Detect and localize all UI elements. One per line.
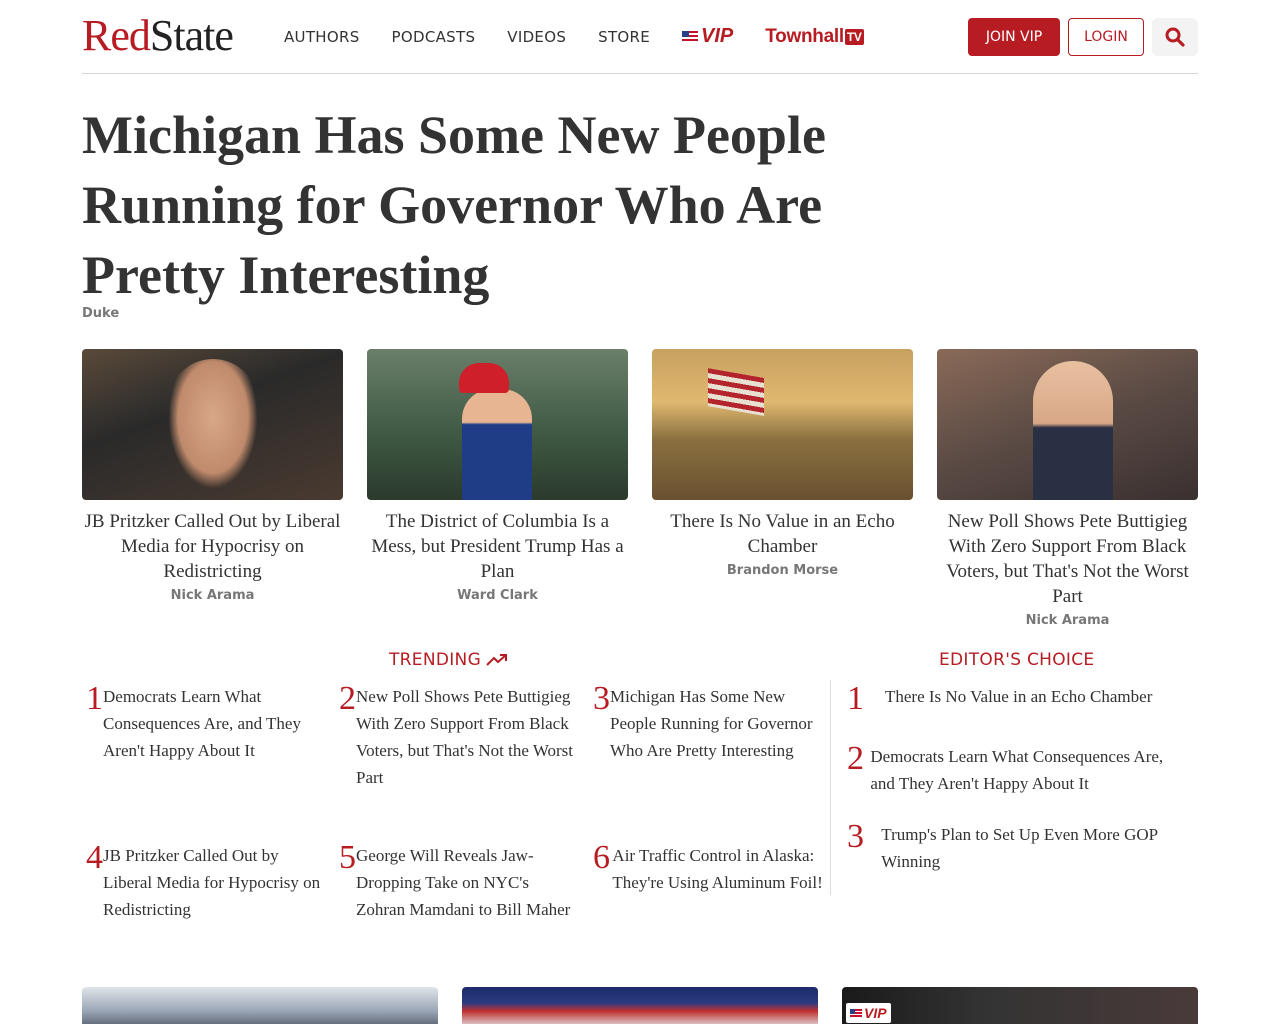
join-vip-button[interactable]: JOIN VIP — [968, 18, 1060, 56]
editors-item[interactable]: 1 There Is No Value in an Echo Chamber — [847, 680, 1187, 717]
bottom-tiles: VIP — [82, 987, 1198, 1024]
card-thumbnail[interactable] — [82, 349, 343, 500]
trending-rank: 1 — [86, 680, 103, 717]
trending-rank: 2 — [339, 680, 356, 717]
trending-item[interactable]: 3 Michigan Has Some New People Running f… — [593, 680, 825, 764]
trending-link[interactable]: George Will Reveals Jaw-Dropping Take on… — [356, 842, 575, 923]
nav-store[interactable]: STORE — [598, 28, 650, 46]
card-author[interactable]: Nick Arama — [82, 588, 343, 603]
hero-author[interactable]: Duke — [82, 306, 119, 321]
article-tile-image[interactable] — [462, 987, 818, 1024]
featured-card[interactable]: JB Pritzker Called Out by Liberal Media … — [82, 349, 343, 628]
trending-item[interactable]: 5 George Will Reveals Jaw-Dropping Take … — [339, 839, 575, 923]
featured-card[interactable]: There Is No Value in an Echo Chamber Bra… — [652, 349, 913, 628]
trending-title: TRENDING — [389, 650, 482, 670]
editors-rank: 1 — [847, 680, 864, 717]
login-button[interactable]: LOGIN — [1068, 18, 1144, 56]
editors-link[interactable]: There Is No Value in an Echo Chamber — [885, 683, 1152, 715]
nav-vip[interactable]: VIP — [682, 25, 733, 48]
flag-icon — [850, 1008, 862, 1018]
trending-item[interactable]: 1 Democrats Learn What Consequences Are,… — [86, 680, 322, 764]
trending-link[interactable]: Democrats Learn What Consequences Are, a… — [103, 683, 322, 764]
trending-item[interactable]: 6 Air Traffic Control in Alaska: They're… — [593, 839, 825, 896]
card-title[interactable]: There Is No Value in an Echo Chamber — [652, 509, 913, 559]
article-tile-image[interactable]: VIP — [842, 987, 1198, 1024]
trending-rank: 6 — [593, 839, 610, 876]
trending-link[interactable]: Michigan Has Some New People Running for… — [610, 683, 825, 764]
card-author[interactable]: Brandon Morse — [652, 563, 913, 578]
search-button[interactable] — [1152, 18, 1198, 56]
trending-rank: 3 — [593, 680, 610, 717]
editors-rank: 3 — [847, 818, 864, 855]
trending-item[interactable]: 2 New Poll Shows Pete Buttigieg With Zer… — [339, 680, 575, 791]
trending-rank: 4 — [86, 839, 103, 876]
nav-townhall-tv[interactable]: Townhall TV — [765, 25, 864, 48]
trending-rank: 5 — [339, 839, 356, 876]
editors-choice-heading: EDITOR'S CHOICE — [939, 650, 1095, 670]
section-divider — [830, 680, 831, 895]
card-thumbnail[interactable] — [367, 349, 628, 500]
editors-item[interactable]: 3 Trump's Plan to Set Up Even More GOP W… — [847, 818, 1187, 875]
trending-heading: TRENDING — [389, 650, 508, 670]
nav-podcasts[interactable]: PODCASTS — [392, 28, 476, 46]
site-header: RedState AUTHORS PODCASTS VIDEOS STORE V… — [82, 0, 1198, 74]
logo-black-part: State — [149, 11, 234, 60]
card-thumbnail[interactable] — [652, 349, 913, 500]
townhall-tv-badge: TV — [844, 28, 864, 45]
townhall-label: Townhall — [765, 25, 844, 47]
editors-item[interactable]: 2 Democrats Learn What Consequences Are,… — [847, 740, 1187, 797]
trending-link[interactable]: New Poll Shows Pete Buttigieg With Zero … — [356, 683, 575, 791]
article-tile-image[interactable] — [82, 987, 438, 1024]
vip-badge-label: VIP — [864, 1005, 887, 1021]
card-thumbnail[interactable] — [937, 349, 1198, 500]
trending-arrow-icon — [486, 654, 508, 666]
hero-headline[interactable]: Michigan Has Some New People Running for… — [82, 100, 842, 310]
featured-cards: JB Pritzker Called Out by Liberal Media … — [82, 349, 1198, 628]
editors-rank: 2 — [847, 740, 864, 777]
editors-link[interactable]: Democrats Learn What Consequences Are, a… — [870, 743, 1187, 797]
flag-icon — [682, 31, 699, 42]
nav-authors[interactable]: AUTHORS — [284, 28, 360, 46]
main-nav: AUTHORS PODCASTS VIDEOS STORE VIP Townha… — [284, 25, 864, 48]
nav-videos[interactable]: VIDEOS — [507, 28, 566, 46]
card-author[interactable]: Ward Clark — [367, 588, 628, 603]
trending-link[interactable]: JB Pritzker Called Out by Liberal Media … — [103, 842, 322, 923]
editors-link[interactable]: Trump's Plan to Set Up Even More GOP Win… — [881, 821, 1187, 875]
trending-link[interactable]: Air Traffic Control in Alaska: They're U… — [612, 842, 825, 896]
card-title[interactable]: The District of Columbia Is a Mess, but … — [367, 509, 628, 584]
vip-label: VIP — [701, 25, 734, 47]
site-logo[interactable]: RedState — [82, 11, 234, 60]
vip-badge: VIP — [846, 1003, 891, 1023]
featured-card[interactable]: New Poll Shows Pete Buttigieg With Zero … — [937, 349, 1198, 628]
card-title[interactable]: New Poll Shows Pete Buttigieg With Zero … — [937, 509, 1198, 609]
search-icon — [1165, 27, 1185, 47]
card-title[interactable]: JB Pritzker Called Out by Liberal Media … — [82, 509, 343, 584]
card-author[interactable]: Nick Arama — [937, 613, 1198, 628]
logo-red-part: Red — [82, 11, 151, 60]
featured-card[interactable]: The District of Columbia Is a Mess, but … — [367, 349, 628, 628]
trending-item[interactable]: 4 JB Pritzker Called Out by Liberal Medi… — [86, 839, 322, 923]
